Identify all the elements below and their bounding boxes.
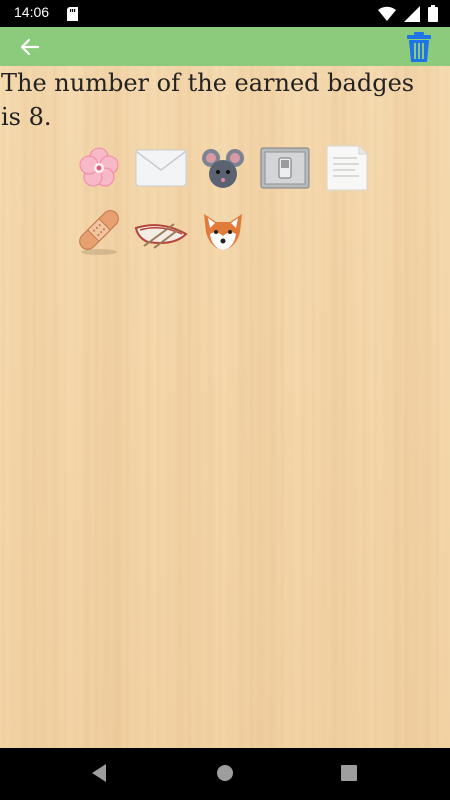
wifi-icon: [378, 6, 396, 25]
mouse-badge-icon[interactable]: [194, 142, 252, 194]
delete-button[interactable]: [406, 31, 432, 63]
fox-badge-icon[interactable]: [194, 206, 252, 258]
sd-card-icon: [67, 6, 78, 25]
nav-recents-button[interactable]: [338, 762, 362, 786]
arrow-left-icon: [20, 38, 40, 56]
app-toolbar: [0, 27, 450, 66]
battery-icon: [428, 5, 438, 26]
signal-icon: [404, 5, 420, 26]
badge-board: The number of the earned badges is 8.: [0, 66, 450, 748]
badge-row: [70, 142, 380, 194]
home-circle-icon: [217, 765, 233, 781]
nav-back-button[interactable]: [88, 762, 112, 786]
recents-square-icon: [341, 765, 357, 781]
badge-row: [70, 206, 256, 258]
rowboat-badge-icon[interactable]: [132, 206, 190, 258]
status-time: 14:06: [14, 4, 50, 20]
light-switch-badge-icon[interactable]: [256, 142, 314, 194]
bandage-badge-icon[interactable]: [70, 206, 128, 258]
envelope-badge-icon[interactable]: [132, 142, 190, 194]
nav-home-button[interactable]: [214, 762, 238, 786]
back-triangle-icon: [92, 764, 106, 782]
paper-badge-icon[interactable]: [318, 142, 376, 194]
status-bar: 14:06: [0, 0, 450, 27]
badge-count-message: The number of the earned badges is 8.: [1, 69, 415, 131]
back-button[interactable]: [16, 33, 44, 61]
system-nav-bar: [0, 748, 450, 800]
trash-icon: [407, 32, 431, 62]
flower-badge-icon[interactable]: [70, 142, 128, 194]
